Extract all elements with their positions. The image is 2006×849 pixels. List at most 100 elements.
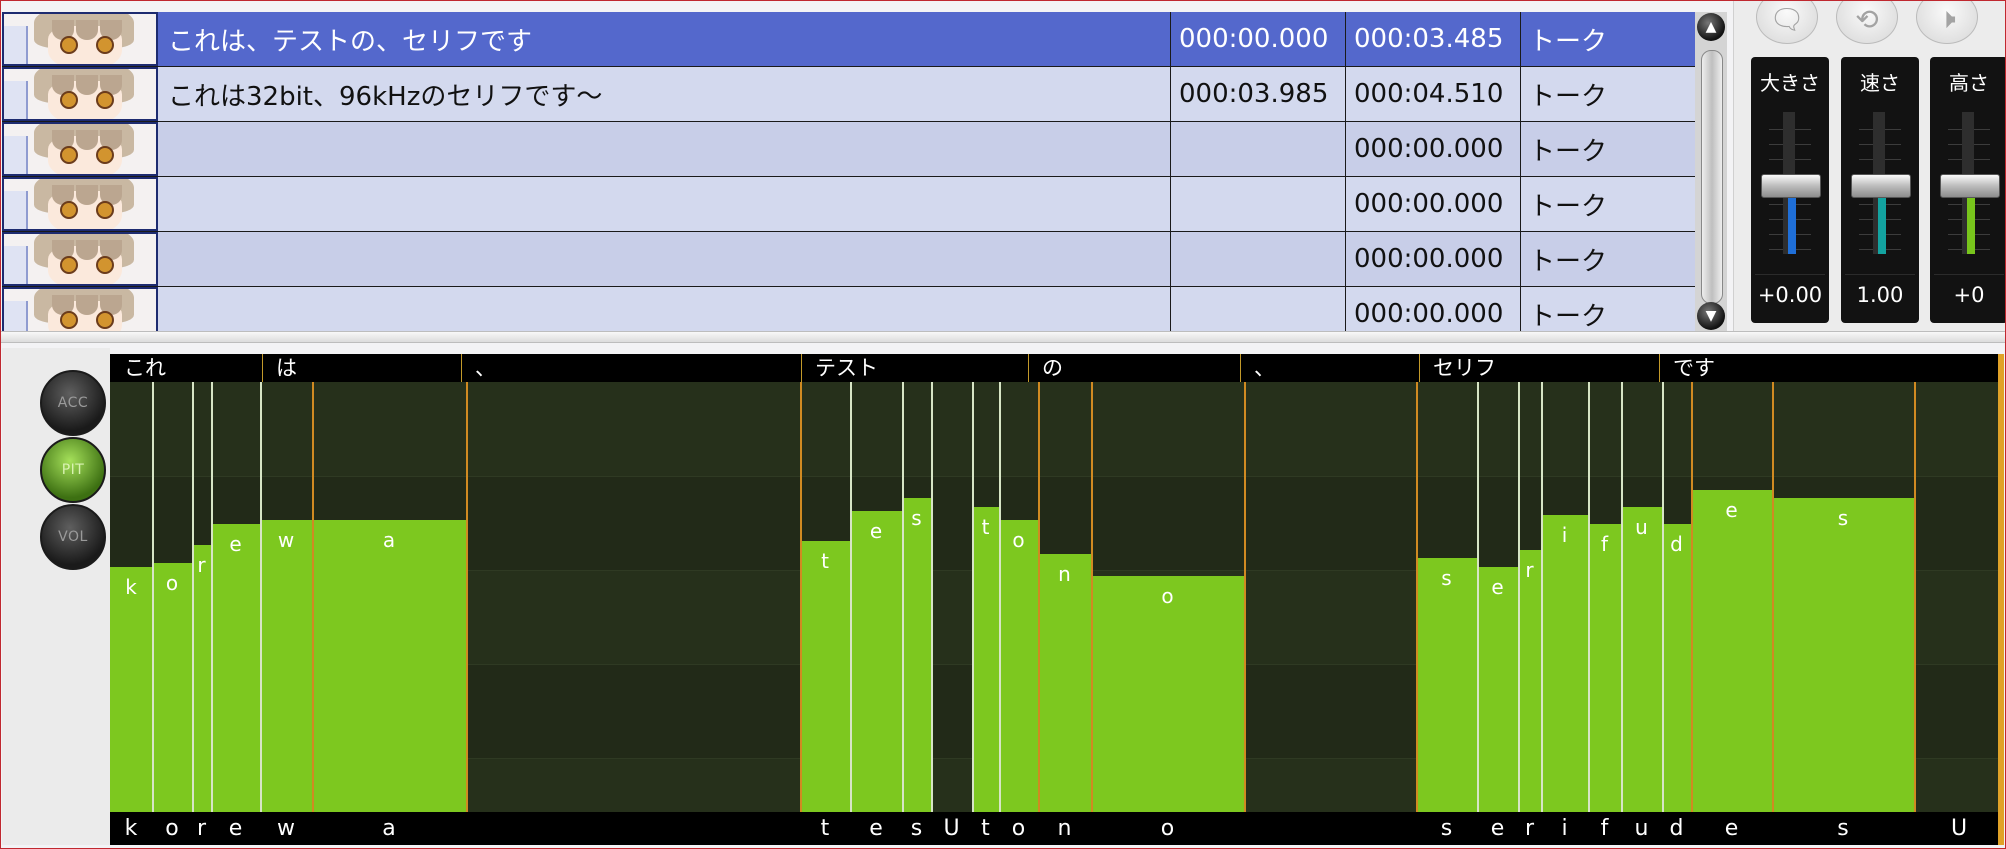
table-row[interactable]: 000:00.000 トーク <box>2 232 1695 287</box>
phoneme-label[interactable]: k <box>110 812 152 845</box>
pane-splitter[interactable] <box>0 331 2006 343</box>
speaker-avatar[interactable] <box>2 67 158 121</box>
scroll-up-button[interactable]: ▲ <box>1697 13 1725 41</box>
voice-type[interactable]: トーク <box>1521 122 1695 176</box>
pitch-bar[interactable]: u <box>1621 506 1662 812</box>
pitch-bar[interactable]: o <box>152 562 192 812</box>
phoneme-label[interactable]: n <box>1038 812 1091 845</box>
speed-knob[interactable] <box>1851 174 1911 198</box>
pitch-bar[interactable]: o <box>1091 575 1244 812</box>
table-row[interactable]: 000:00.000 トーク <box>2 287 1695 331</box>
kana-segment[interactable]: は <box>262 354 461 382</box>
pitch-bar[interactable]: o <box>999 519 1038 812</box>
phoneme-label[interactable]: r <box>1518 812 1541 845</box>
pitch-bar[interactable]: e <box>211 523 260 812</box>
dialogue-text[interactable] <box>158 177 1171 231</box>
speaker-button[interactable]: 🕨 <box>1916 0 1978 44</box>
phoneme-label[interactable]: s <box>1772 812 1914 845</box>
dialogue-text[interactable] <box>158 232 1171 286</box>
phoneme-label[interactable]: t <box>800 812 850 845</box>
start-time[interactable] <box>1171 287 1346 331</box>
pitch-bar[interactable]: d <box>1662 523 1691 812</box>
phoneme-label[interactable]: t <box>972 812 999 845</box>
speaker-avatar[interactable] <box>2 122 158 176</box>
phoneme-label[interactable]: f <box>1588 812 1621 845</box>
acc-mode-button[interactable]: ACC <box>40 370 106 436</box>
pitch-bar[interactable]: e <box>1477 566 1518 812</box>
speaker-avatar[interactable] <box>2 232 158 286</box>
pitch-bar[interactable]: i <box>1541 515 1588 812</box>
phoneme-label[interactable]: i <box>1541 812 1588 845</box>
phoneme-label[interactable]: U <box>1914 812 2004 845</box>
pitch-bar[interactable]: n <box>1038 554 1091 812</box>
kana-segment[interactable]: これ <box>110 354 262 382</box>
pitch-bar[interactable]: a <box>312 519 466 812</box>
end-time[interactable]: 000:04.510 <box>1346 67 1521 121</box>
start-time[interactable]: 000:00.000 <box>1171 12 1346 66</box>
pitch-bar[interactable]: s <box>1416 558 1477 812</box>
speaker-avatar[interactable] <box>2 177 158 231</box>
phoneme-label[interactable]: e <box>211 812 260 845</box>
speaker-avatar[interactable] <box>2 12 158 66</box>
scroll-down-button[interactable]: ▼ <box>1697 302 1725 330</box>
phoneme-label[interactable]: e <box>1477 812 1518 845</box>
pitch-bar[interactable]: r <box>192 545 211 812</box>
end-time[interactable]: 000:00.000 <box>1346 122 1521 176</box>
phoneme-label[interactable]: e <box>850 812 902 845</box>
end-time[interactable]: 000:00.000 <box>1346 177 1521 231</box>
table-row[interactable]: これは32bit、96kHzのセリフです～ 000:03.985 000:04.51… <box>2 67 1695 122</box>
start-time[interactable] <box>1171 232 1346 286</box>
pitch-bar[interactable]: r <box>1518 549 1541 812</box>
pitch-bar[interactable]: w <box>260 519 312 812</box>
phoneme-label[interactable]: o <box>999 812 1038 845</box>
pitch-bar[interactable]: e <box>850 511 902 812</box>
repeat-button[interactable]: ⟲ <box>1836 0 1898 44</box>
pitch-bar[interactable]: e <box>1691 489 1772 812</box>
speed-slider[interactable]: 速さ 1.00 <box>1841 57 1919 323</box>
pitch-bar[interactable]: k <box>110 566 152 812</box>
end-time[interactable]: 000:00.000 <box>1346 232 1521 286</box>
pitch-knob[interactable] <box>1940 174 2000 198</box>
voice-type[interactable]: トーク <box>1521 232 1695 286</box>
voice-type[interactable]: トーク <box>1521 12 1695 66</box>
kana-segment[interactable]: 、 <box>461 354 801 382</box>
dialogue-text[interactable] <box>158 122 1171 176</box>
volume-knob[interactable] <box>1761 174 1821 198</box>
pitch-slider[interactable]: 高さ +0 <box>1930 57 2006 323</box>
vol-mode-button[interactable]: VOL <box>40 504 106 570</box>
phoneme-label[interactable]: s <box>1416 812 1477 845</box>
phoneme-label[interactable]: e <box>1691 812 1772 845</box>
pitch-bar[interactable]: f <box>1588 523 1621 812</box>
table-row[interactable]: これは、テストの、セリフです 000:00.000 000:03.485 トーク <box>2 12 1695 67</box>
pitch-bar[interactable]: t <box>800 541 850 812</box>
phoneme-label[interactable]: a <box>312 812 466 845</box>
pitch-plot[interactable]: korewatestonoserifudes <box>110 382 2004 812</box>
kana-segment[interactable]: の <box>1028 354 1240 382</box>
kana-segment[interactable]: 、 <box>1240 354 1419 382</box>
speech-button[interactable]: 🗨 <box>1756 0 1818 44</box>
voice-type[interactable]: トーク <box>1521 287 1695 331</box>
pitch-editor[interactable]: これは、テストの、セリフ です korewatestonoserifudes ko… <box>110 354 2004 845</box>
pitch-bar[interactable]: t <box>972 506 999 812</box>
phoneme-label[interactable]: w <box>260 812 312 845</box>
phoneme-label[interactable]: s <box>902 812 931 845</box>
pitch-bar[interactable]: s <box>902 498 931 812</box>
dialogue-text[interactable]: これは、テストの、セリフです <box>158 12 1171 66</box>
phoneme-label[interactable]: U <box>931 812 972 845</box>
dialogue-text[interactable] <box>158 287 1171 331</box>
pit-mode-button[interactable]: PIT <box>40 437 106 503</box>
scroll-thumb[interactable] <box>1701 50 1723 304</box>
voice-type[interactable]: トーク <box>1521 67 1695 121</box>
pitch-bar[interactable]: s <box>1772 498 1914 812</box>
dialogue-table[interactable]: これは、テストの、セリフです 000:00.000 000:03.485 トーク これは… <box>2 12 1695 331</box>
voice-type[interactable]: トーク <box>1521 177 1695 231</box>
start-time[interactable] <box>1171 177 1346 231</box>
kana-segment[interactable]: セリフ <box>1419 354 1659 382</box>
table-scrollbar[interactable]: ▲ ▼ <box>1695 12 1727 331</box>
end-time[interactable]: 000:00.000 <box>1346 287 1521 331</box>
phoneme-label[interactable]: d <box>1662 812 1691 845</box>
phoneme-label[interactable]: o <box>1091 812 1244 845</box>
phoneme-label[interactable]: r <box>192 812 211 845</box>
start-time[interactable] <box>1171 122 1346 176</box>
phoneme-label[interactable]: o <box>152 812 192 845</box>
